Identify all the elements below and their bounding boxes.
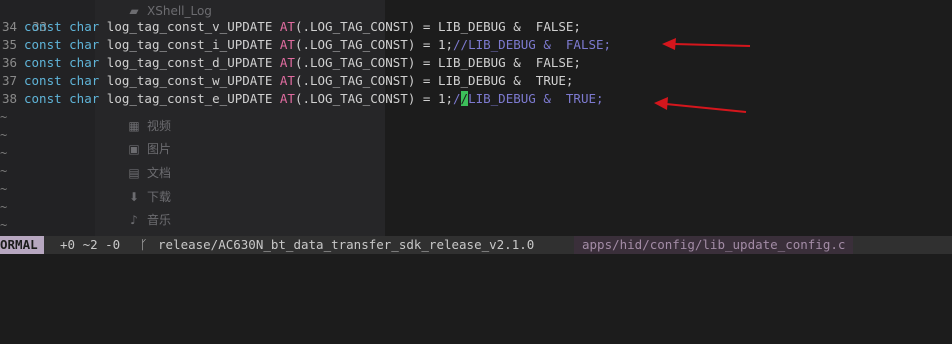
expression: (.LOG_TAG_CONST) = [294,19,438,34]
explorer-item-videos: ▦ 视频 [128,119,172,133]
value: LIB_DEBUG & [437,19,529,34]
document-icon: ▤ [128,166,140,180]
empty-line-marker: ~ [0,182,8,196]
macro: AT [279,91,295,106]
code-line[interactable]: 37 const char log_tag_const_w_UPDATE AT(.… [0,72,573,90]
line-number: 35 [2,37,18,52]
line-number: 37 [2,73,18,88]
download-icon: ⬇ [128,190,140,204]
expression: (.LOG_TAG_CONST) = [294,91,438,106]
keyword: const char [24,37,100,52]
explorer-item-pictures: ▣ 图片 [128,142,172,156]
expression: (.LOG_TAG_CONST) = [294,55,438,70]
text-cursor: / [460,91,469,106]
value: 1; [437,37,454,52]
empty-line-marker: ~ [0,218,8,232]
code-line[interactable]: 35 const char log_tag_const_i_UPDATE AT(.… [0,36,611,54]
arrow-annotation-icon [654,97,747,113]
explorer-item-music: ♪ 音乐 [127,211,171,228]
file-path: apps/hid/config/lib_update_config.c [574,236,854,254]
identifier: log_tag_const_e_UPDATE [99,91,280,106]
value: LIB_DEBUG & [437,73,529,88]
comment-slash: / [453,91,461,106]
keyword: const char [24,19,100,34]
macro: AT [279,19,295,34]
music-icon: ♪ [130,213,138,227]
expression: (.LOG_TAG_CONST) = [294,37,438,52]
line-number: 38 [2,91,18,106]
picture-icon: ▣ [128,142,140,156]
arrow-annotation-icon [662,38,751,50]
empty-line-marker: ~ [0,128,8,142]
comment: LIB_DEBUG & TRUE; [468,91,604,106]
explorer-item-xshell-log: ▰ XShell_Log [127,4,212,18]
code-line[interactable]: 34 const char log_tag_const_v_UPDATE AT(.… [0,18,581,36]
line-number: 36 [2,55,18,70]
identifier: log_tag_const_w_UPDATE [99,73,280,88]
explorer-item-downloads: ⬇ 下载 [128,190,172,204]
git-branch-name: release/AC630N_bt_data_transfer_sdk_rele… [158,237,535,252]
empty-line-marker: ~ [0,200,8,214]
comment: //LIB_DEBUG & FALSE; [453,37,612,52]
explorer-item-documents: ▤ 文档 [128,166,172,180]
empty-line-marker: ~ [0,164,8,178]
identifier: log_tag_const_v_UPDATE [99,19,280,34]
mode-indicator: ORMAL [0,236,44,254]
macro: AT [279,37,295,52]
value-tail: FALSE; [528,55,581,70]
empty-line-marker: ~ [0,110,8,124]
keyword: const char [24,91,100,106]
identifier: log_tag_const_d_UPDATE [99,55,280,70]
status-bar: ORMAL +0 ~2 -0 ᚴ release/AC630N_bt_data_… [0,236,952,254]
git-branch-icon: ᚴ [140,237,148,252]
keyword: const char [24,55,100,70]
line-number: 34 [2,19,18,34]
value-tail: TRUE; [528,73,574,88]
code-line[interactable]: 36 const char log_tag_const_d_UPDATE AT(.… [0,54,581,72]
code-line[interactable]: 33 [0,0,54,34]
code-line[interactable]: 38 const char log_tag_const_e_UPDATE AT(.… [0,90,604,108]
value: 1; [437,91,454,106]
video-icon: ▦ [128,119,140,133]
git-diff-stats: +0 ~2 -0 [60,237,121,252]
value: LIB_DEBUG & [437,55,529,70]
value-tail: FALSE; [528,19,581,34]
expression: (.LOG_TAG_CONST) = [294,73,438,88]
keyword: const char [24,73,100,88]
identifier: log_tag_const_i_UPDATE [99,37,280,52]
editor-pane[interactable]: ▰ XShell_Log ▦ 视频 ▣ 图片 ▤ 文档 ⬇ 下载 ♪ 音乐 33 34 con… [0,0,952,236]
macro: AT [279,73,295,88]
folder-icon: ▰ [129,4,139,18]
empty-line-marker: ~ [0,146,8,160]
macro: AT [279,55,295,70]
